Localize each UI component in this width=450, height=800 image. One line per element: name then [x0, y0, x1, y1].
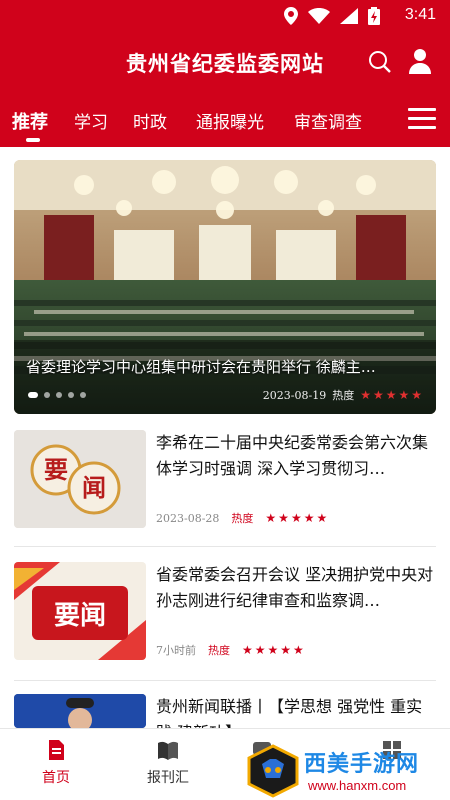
thumb-char-2: 闻 [82, 473, 106, 502]
app-header: 贵州省纪委监委网站 [0, 32, 450, 92]
news-hot-label: 热度 [231, 512, 254, 525]
news-meta: 2023-08-28 热度 ★★★★★ [156, 510, 329, 526]
hero-date: 2023-08-19 [262, 388, 327, 402]
category-tabs: 推荐 学习 时政 通报曝光 审查调查 [0, 92, 450, 147]
tab-reports[interactable]: 通报曝光 [196, 108, 264, 133]
status-bar: 3:41 [0, 0, 450, 32]
nav-newspaper[interactable]: 报刊汇 [128, 739, 208, 787]
news-rating-stars: ★★★★★ [265, 511, 330, 525]
list-divider [14, 680, 436, 681]
news-title: 贵州新闻联播丨【学思想 强党性 重实践 建新功】 [156, 697, 423, 728]
book-icon [158, 741, 178, 760]
news-date: 2023-08-28 [156, 511, 220, 525]
watermark-logo-icon [247, 744, 299, 798]
thumb-text: 要闻 [54, 601, 106, 631]
tab-recommend[interactable]: 推荐 [12, 108, 48, 134]
wifi-icon [308, 8, 330, 24]
tab-study[interactable]: 学习 [74, 108, 108, 133]
news-title: 李希在二十届中央纪委常委会第六次集体学习时强调 深入学习贯彻习… [156, 433, 429, 478]
news-thumbnail: 要 闻 [14, 430, 146, 528]
home-doc-icon [49, 740, 64, 760]
watermark-url: www.hanxm.com [308, 778, 407, 793]
carousel-dot[interactable] [56, 392, 62, 398]
battery-icon [368, 7, 380, 25]
tab-active-indicator [26, 138, 40, 142]
watermark-text: 西美手游网 [304, 752, 420, 777]
list-item[interactable]: 要闻 省委常委会召开会议 坚决拥护党中央对孙志刚进行纪律审查和监察调… 7小时前… [14, 562, 436, 682]
news-photo [14, 694, 146, 728]
signal-icon [340, 8, 358, 24]
hero-rating-stars: ★★★★★ [360, 388, 424, 402]
status-icons [284, 7, 380, 25]
tab-investigation[interactable]: 审查调查 [294, 108, 362, 133]
news-thumbnail [14, 694, 146, 728]
tab-politics[interactable]: 时政 [133, 108, 167, 133]
location-icon [284, 7, 298, 25]
news-meta: 7小时前 热度 ★★★★★ [156, 642, 306, 658]
search-icon[interactable] [368, 50, 392, 74]
thumb-char-1: 要 [44, 455, 68, 484]
news-date: 7小时前 [156, 644, 196, 657]
carousel-dot[interactable] [80, 392, 86, 398]
nav-home[interactable]: 首页 [16, 739, 96, 787]
carousel-dot[interactable] [28, 392, 38, 398]
hero-meta: 2023-08-19 热度 ★★★★★ [263, 387, 424, 403]
carousel-dot[interactable] [68, 392, 74, 398]
carousel-dot[interactable] [44, 392, 50, 398]
hero-hot-label: 热度 [332, 389, 355, 402]
list-item[interactable]: 要 闻 李希在二十届中央纪委常委会第六次集体学习时强调 深入学习贯彻习… 202… [14, 430, 436, 550]
site-watermark: 西美手游网 www.hanxm.com [246, 744, 446, 800]
user-icon[interactable] [408, 48, 432, 74]
hero-caption: 省委理论学习中心组集中研讨会在贵阳举行 徐麟主… [26, 358, 376, 376]
nav-home-label: 首页 [42, 770, 70, 786]
news-thumbnail: 要闻 [14, 562, 146, 660]
list-divider [14, 546, 436, 547]
news-hot-label: 热度 [208, 644, 230, 657]
news-rating-stars: ★★★★★ [242, 643, 306, 657]
hero-banner[interactable]: 省委理论学习中心组集中研讨会在贵阳举行 徐麟主… 2023-08-19 热度 ★… [14, 160, 436, 414]
news-badge-graphic: 要 闻 [14, 430, 146, 528]
news-badge-graphic: 要闻 [14, 562, 146, 660]
nav-newspaper-label: 报刊汇 [147, 770, 189, 786]
menu-icon[interactable] [408, 108, 436, 132]
status-time: 3:41 [404, 6, 436, 23]
hero-footer: 2023-08-19 热度 ★★★★★ [14, 384, 436, 414]
carousel-dots [28, 392, 86, 398]
news-title: 省委常委会召开会议 坚决拥护党中央对孙志刚进行纪律审查和监察调… [156, 565, 434, 610]
